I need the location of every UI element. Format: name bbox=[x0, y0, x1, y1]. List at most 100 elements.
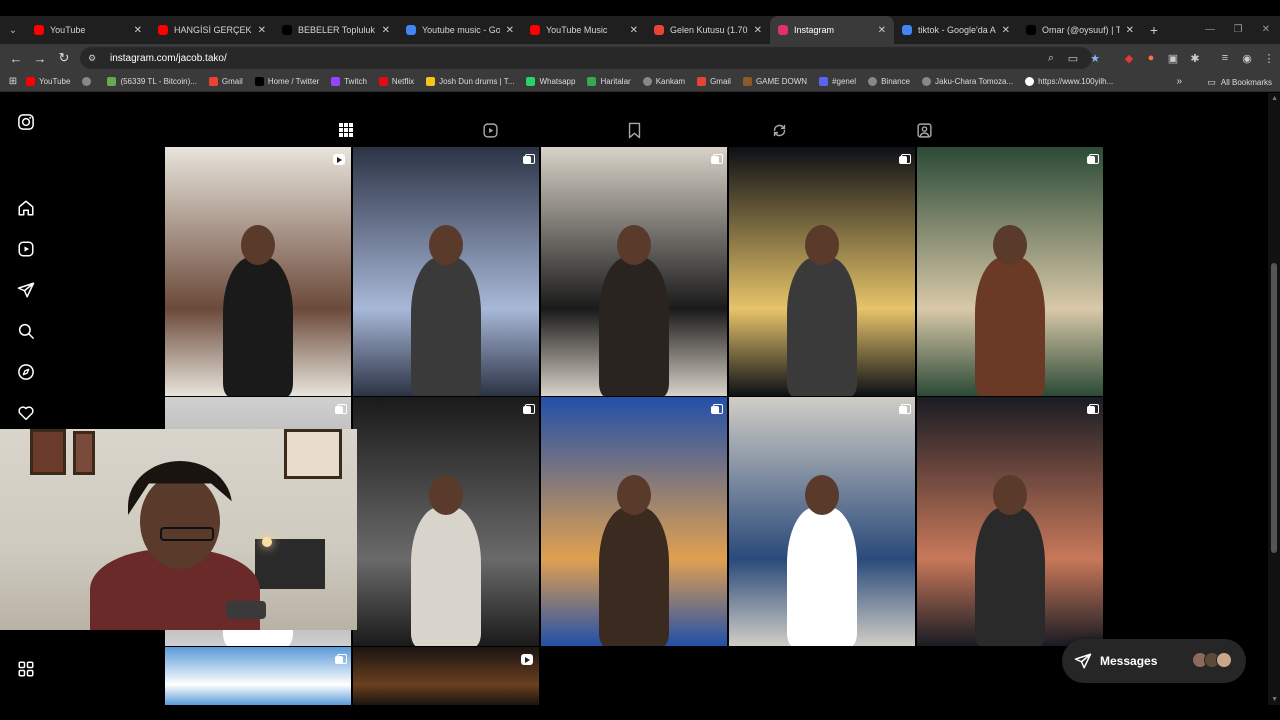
explore-icon[interactable] bbox=[16, 362, 36, 382]
forward-icon[interactable]: → bbox=[28, 51, 52, 66]
bookmark-label: Josh Dun drums | T... bbox=[439, 77, 515, 86]
post-thumbnail[interactable] bbox=[165, 147, 351, 396]
bookmark-item[interactable]: Netflix bbox=[378, 77, 414, 86]
scroll-up-icon[interactable]: ▲ bbox=[1271, 95, 1278, 102]
bookmark-item[interactable]: YouTube bbox=[26, 77, 70, 86]
bookmarks-bar: ⊞ YouTube (56339 TL - Bitcoin)... Gmail Hom… bbox=[0, 72, 1280, 92]
close-tab-icon[interactable]: ✕ bbox=[754, 25, 762, 36]
bookmark-star-icon[interactable]: ★ bbox=[1084, 52, 1106, 65]
scroll-thumb[interactable] bbox=[1271, 263, 1277, 553]
more-icon[interactable] bbox=[16, 659, 36, 679]
bookmark-label: Gmail bbox=[710, 77, 731, 86]
instagram-icon bbox=[778, 25, 788, 35]
bookmark-item[interactable]: Binance bbox=[868, 77, 910, 86]
bookmark-item[interactable]: Haritalar bbox=[587, 77, 631, 86]
carousel-badge-icon bbox=[711, 404, 723, 414]
browser-tab[interactable]: HANGİSİ GERÇEK SES ✕ bbox=[150, 16, 274, 44]
bookmark-item[interactable]: https://www.100yilh... bbox=[1025, 77, 1113, 86]
extension-red-icon[interactable]: ◆ bbox=[1118, 52, 1140, 65]
browser-tab[interactable]: BEBELER Topluluk / X ✕ bbox=[274, 16, 398, 44]
profile-avatar-icon[interactable]: ◉ bbox=[1236, 52, 1258, 65]
post-thumbnail[interactable] bbox=[353, 147, 539, 396]
browser-tab[interactable]: Youtube music - Goo ✕ bbox=[398, 16, 522, 44]
bookmark-item[interactable]: Gmail bbox=[208, 77, 243, 86]
browser-tab[interactable]: tiktok - Google'da Ar ✕ bbox=[894, 16, 1018, 44]
cast-icon[interactable]: ▭ bbox=[1062, 52, 1084, 65]
tab-label: BEBELER Topluluk / X bbox=[298, 25, 376, 35]
messages-button[interactable]: Messages bbox=[1062, 639, 1246, 683]
tab-tagged[interactable] bbox=[914, 119, 934, 141]
bookmark-item[interactable]: Gmail bbox=[697, 77, 731, 86]
home-icon[interactable] bbox=[16, 198, 36, 218]
scroll-down-icon[interactable]: ▼ bbox=[1271, 696, 1278, 703]
post-thumbnail[interactable] bbox=[729, 147, 915, 396]
close-tab-icon[interactable]: ✕ bbox=[258, 25, 266, 36]
bookmark-item[interactable]: Josh Dun drums | T... bbox=[426, 77, 514, 86]
post-thumbnail[interactable] bbox=[353, 647, 539, 705]
tab-reposts[interactable] bbox=[769, 119, 789, 141]
bookmark-item[interactable]: Whatsapp bbox=[526, 77, 575, 86]
bookmark-item[interactable]: Kankam bbox=[642, 77, 685, 86]
close-window-icon[interactable]: ✕ bbox=[1252, 16, 1280, 44]
browser-tab[interactable]: Omar (@oysuuf) | Tik ✕ bbox=[1018, 16, 1142, 44]
apps-grid-icon[interactable]: ⊞ bbox=[0, 76, 26, 87]
bookmark-item[interactable]: Home / Twitter bbox=[254, 77, 319, 86]
post-thumbnail[interactable] bbox=[917, 397, 1103, 646]
close-tab-icon[interactable]: ✕ bbox=[506, 25, 514, 36]
tab-saved[interactable] bbox=[624, 119, 644, 141]
post-thumbnail[interactable] bbox=[729, 397, 915, 646]
close-tab-icon[interactable]: ✕ bbox=[630, 25, 638, 36]
grid-icon bbox=[339, 123, 353, 137]
post-thumbnail[interactable] bbox=[917, 147, 1103, 396]
tab-search-chevron-icon[interactable]: ⌄ bbox=[0, 16, 26, 44]
bookmark-item[interactable]: Jaku-Chara Tomoza... bbox=[922, 77, 1013, 86]
zoom-icon[interactable]: ⌕ bbox=[1040, 52, 1062, 65]
back-icon[interactable]: ← bbox=[4, 51, 28, 66]
browser-tab[interactable]: YouTube Music ✕ bbox=[522, 16, 646, 44]
instagram-logo-icon[interactable] bbox=[16, 112, 36, 132]
browser-tab[interactable]: YouTube ✕ bbox=[26, 16, 150, 44]
reload-icon[interactable]: ↻ bbox=[52, 50, 76, 66]
new-tab-button[interactable]: + bbox=[1142, 22, 1166, 38]
extension-gray-icon[interactable]: ▣ bbox=[1162, 52, 1184, 65]
site-info-icon[interactable]: ⚙ bbox=[88, 53, 102, 64]
tab-reels[interactable] bbox=[480, 119, 500, 141]
browser-tab-strip: ⌄ YouTube✕HANGİSİ GERÇEK SES✕BEBELER Top… bbox=[0, 16, 1280, 44]
browser-tab[interactable]: Instagram ✕ bbox=[770, 16, 894, 44]
media-control-icon[interactable]: ≡ bbox=[1214, 52, 1236, 64]
post-thumbnail[interactable] bbox=[541, 147, 727, 396]
search-icon[interactable] bbox=[16, 321, 36, 341]
url-bar[interactable]: ⚙ instagram.com/jacob.tako/ bbox=[80, 47, 1092, 69]
bookmark-label: #genel bbox=[832, 77, 857, 86]
close-tab-icon[interactable]: ✕ bbox=[1002, 25, 1010, 36]
post-thumbnail[interactable] bbox=[541, 397, 727, 646]
bookmark-item[interactable]: Twitch bbox=[331, 77, 367, 86]
bookmark-item[interactable]: #genel bbox=[819, 77, 856, 86]
close-tab-icon[interactable]: ✕ bbox=[382, 25, 390, 36]
bookmark-label: Whatsapp bbox=[539, 77, 576, 86]
page-scrollbar[interactable]: ▲ ▼ bbox=[1268, 93, 1280, 705]
browser-tab[interactable]: Gelen Kutusu (1.702) ✕ bbox=[646, 16, 770, 44]
browser-menu-icon[interactable]: ⋮ bbox=[1258, 52, 1280, 65]
restore-icon[interactable]: ❐ bbox=[1224, 16, 1252, 44]
close-tab-icon[interactable]: ✕ bbox=[134, 25, 142, 36]
heart-icon[interactable] bbox=[16, 403, 36, 423]
post-thumbnail[interactable] bbox=[165, 647, 351, 705]
minimize-icon[interactable]: — bbox=[1196, 16, 1224, 44]
send-icon[interactable] bbox=[16, 280, 36, 300]
reels-icon[interactable] bbox=[16, 239, 36, 259]
close-tab-icon[interactable]: ✕ bbox=[1126, 25, 1134, 36]
tab-label: tiktok - Google'da Ar bbox=[918, 25, 996, 35]
bookmark-item[interactable]: (56339 TL - Bitcoin)... bbox=[107, 77, 197, 86]
bookmark-item[interactable]: GAME DOWN bbox=[742, 77, 807, 86]
bookmark-item[interactable] bbox=[82, 77, 95, 86]
tab-posts[interactable] bbox=[336, 119, 356, 141]
extensions-puzzle-icon[interactable]: ✱ bbox=[1184, 52, 1206, 65]
close-tab-icon[interactable]: ✕ bbox=[878, 25, 886, 36]
bookmark-favicon-icon bbox=[378, 77, 388, 86]
all-bookmarks[interactable]: ▭ All Bookmarks bbox=[1207, 72, 1272, 92]
extension-orange-icon[interactable]: ● bbox=[1140, 52, 1162, 64]
bookmark-favicon-icon bbox=[868, 77, 878, 86]
post-thumbnail[interactable] bbox=[353, 397, 539, 646]
bookmarks-overflow-icon[interactable]: » bbox=[1176, 76, 1182, 87]
